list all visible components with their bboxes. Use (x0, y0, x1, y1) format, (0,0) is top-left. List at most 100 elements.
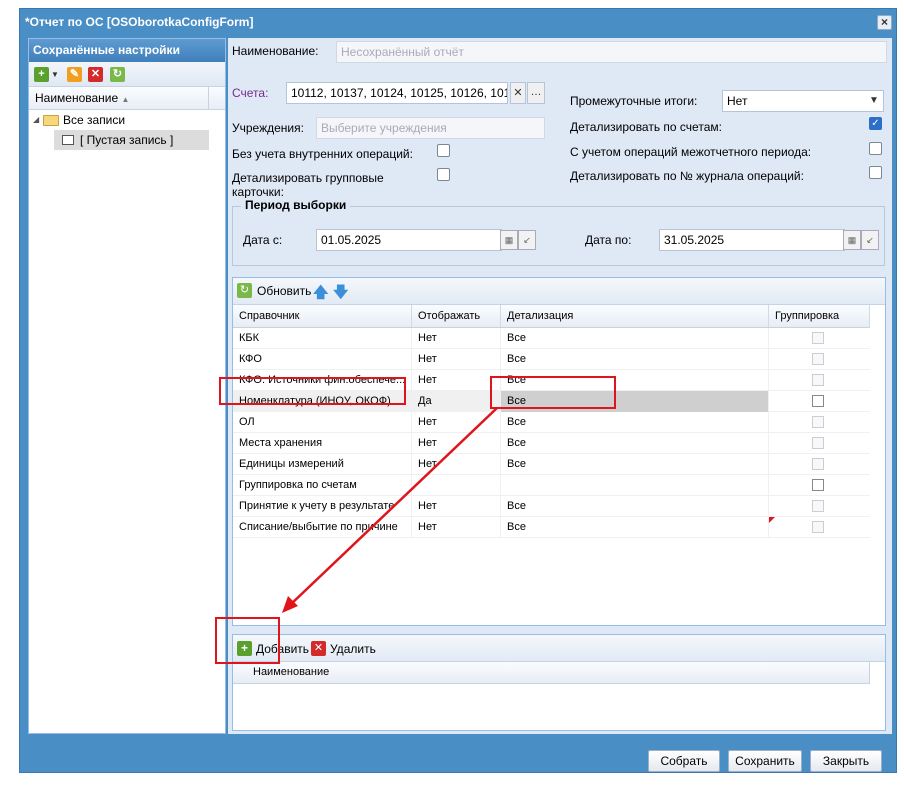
delete-label: Удалить (330, 642, 376, 656)
date-to-input[interactable]: 31.05.2025 (659, 229, 845, 251)
cell-show[interactable]: Нет (412, 349, 501, 370)
chevron-down-icon[interactable]: ▼ (865, 91, 883, 111)
dirty-marker-icon (769, 517, 775, 523)
table-row[interactable]: КФО Нет Все (233, 349, 870, 370)
close-icon[interactable]: × (877, 15, 892, 30)
no-internal-checkbox[interactable] (437, 144, 450, 157)
column-detail[interactable]: Детализация (501, 305, 769, 327)
date-from-input[interactable]: 01.05.2025 (316, 229, 502, 251)
refresh-button[interactable]: ↻ Обновить (237, 282, 311, 300)
table-row[interactable]: ОЛ Нет Все (233, 412, 870, 433)
add-icon[interactable]: + (34, 67, 49, 82)
cell-reference[interactable]: Группировка по счетам (233, 475, 412, 496)
cell-reference[interactable]: КФО (233, 349, 412, 370)
period-legend: Период выборки (241, 198, 351, 212)
detail-accounts-checkbox[interactable]: ✓ (869, 117, 882, 130)
column-reference[interactable]: Справочник (233, 305, 412, 327)
grouping-checkbox[interactable] (812, 332, 824, 344)
cell-reference[interactable]: Места хранения (233, 433, 412, 454)
grouping-checkbox[interactable] (812, 353, 824, 365)
grouping-checkbox[interactable] (812, 374, 824, 386)
cell-show[interactable]: Нет (412, 370, 501, 391)
calendar-icon[interactable]: ▦ (500, 230, 518, 250)
refresh-icon[interactable]: ↻ (110, 67, 125, 82)
cell-reference[interactable]: Списание/выбытие по причине (233, 517, 412, 538)
detail-journal-checkbox[interactable] (869, 166, 882, 179)
grouping-checkbox[interactable] (812, 395, 824, 407)
tree-item-all[interactable]: ◢ Все записи (29, 110, 225, 130)
interperiod-checkbox[interactable] (869, 142, 882, 155)
tree-item-label: Все записи (63, 113, 126, 127)
table-row[interactable]: КБК Нет Все (233, 328, 870, 349)
save-button[interactable]: Сохранить (728, 750, 802, 772)
grid-toolbar: ↻ Обновить 🡅 🡇 (233, 278, 885, 305)
table-row[interactable]: Принятие к учету в результате Нет Все (233, 496, 870, 517)
cell-detail[interactable] (501, 475, 769, 496)
grouping-checkbox[interactable] (812, 500, 824, 512)
bottom-column-header[interactable]: Наименование (233, 662, 870, 684)
institutions-input[interactable]: Выберите учреждения (316, 117, 545, 139)
table-row[interactable]: Единицы измерений Нет Все (233, 454, 870, 475)
cell-reference[interactable]: Единицы измерений (233, 454, 412, 475)
cell-detail[interactable]: Все (501, 496, 769, 517)
cell-detail[interactable]: Все (501, 412, 769, 433)
calendar-arrow-icon[interactable]: ↙ (861, 230, 879, 250)
report-window: *Отчет по ОС [OSOborotkaConfigForm] × Со… (19, 8, 897, 773)
detail-group-label: Детализировать групповые карточки: (232, 171, 384, 199)
cell-reference[interactable]: Принятие к учету в результате (233, 496, 412, 517)
chevron-down-icon[interactable]: ▼ (51, 70, 59, 79)
tree-item-label: [ Пустая запись ] (80, 133, 174, 147)
arrow-down-icon[interactable]: 🡇 (333, 282, 348, 307)
cell-show[interactable]: Да (412, 391, 501, 412)
folder-icon (43, 115, 59, 126)
name-input[interactable]: Несохранённый отчёт (336, 41, 887, 63)
no-internal-label: Без учета внутренних операций: (232, 147, 413, 161)
accounts-label: Счета: (232, 86, 269, 100)
bottom-list-panel: + Добавить ✕ Удалить Наименование (232, 634, 886, 731)
cell-reference[interactable]: КБК (233, 328, 412, 349)
grouping-checkbox[interactable] (812, 479, 824, 491)
edit-icon[interactable]: ✎ (67, 67, 82, 82)
expand-icon[interactable]: ◢ (33, 110, 39, 130)
table-row[interactable]: Места хранения Нет Все (233, 433, 870, 454)
tree-item-empty-record[interactable]: [ Пустая запись ] (54, 130, 209, 150)
cell-detail[interactable]: Все (501, 517, 769, 538)
cell-detail[interactable]: Все (501, 433, 769, 454)
close-button[interactable]: Закрыть (810, 750, 882, 772)
cell-show[interactable]: Нет (412, 517, 501, 538)
column-show[interactable]: Отображать (412, 305, 501, 327)
delete-button[interactable]: ✕ Удалить (311, 640, 376, 658)
annotation-box-add (215, 617, 280, 664)
column-grouping[interactable]: Группировка (769, 305, 870, 327)
cell-detail[interactable]: Все (501, 454, 769, 475)
accounts-input[interactable]: 10112, 10137, 10124, 10125, 10126, 101 (286, 82, 508, 104)
cell-show[interactable]: Нет (412, 412, 501, 433)
cell-show[interactable]: Нет (412, 328, 501, 349)
intermediate-label: Промежуточные итоги: (570, 94, 698, 108)
collect-button[interactable]: Собрать (648, 750, 720, 772)
cell-detail[interactable]: Все (501, 328, 769, 349)
grouping-checkbox[interactable] (812, 416, 824, 428)
table-row[interactable]: Группировка по счетам (233, 475, 870, 496)
detail-group-checkbox[interactable] (437, 168, 450, 181)
cell-detail[interactable]: Все (501, 349, 769, 370)
grouping-checkbox[interactable] (812, 458, 824, 470)
annotation-box-detail (490, 376, 616, 409)
grouping-checkbox[interactable] (812, 437, 824, 449)
intermediate-select[interactable]: Нет (722, 90, 884, 112)
calendar-arrow-icon[interactable]: ↙ (518, 230, 536, 250)
cell-reference[interactable]: ОЛ (233, 412, 412, 433)
table-row[interactable]: Списание/выбытие по причине Нет Все (233, 517, 870, 538)
cell-show[interactable] (412, 475, 501, 496)
clear-icon[interactable]: ✕ (510, 82, 526, 104)
name-column-header[interactable]: Наименование ▲ (29, 87, 225, 110)
more-icon[interactable]: … (527, 82, 545, 104)
cell-show[interactable]: Нет (412, 496, 501, 517)
delete-icon[interactable]: ✕ (88, 67, 103, 82)
window-title: *Отчет по ОС [OSOborotkaConfigForm] (25, 15, 254, 29)
cell-show[interactable]: Нет (412, 433, 501, 454)
grouping-checkbox[interactable] (812, 521, 824, 533)
calendar-icon[interactable]: ▦ (843, 230, 861, 250)
cell-show[interactable]: Нет (412, 454, 501, 475)
arrow-up-icon[interactable]: 🡅 (313, 282, 328, 307)
